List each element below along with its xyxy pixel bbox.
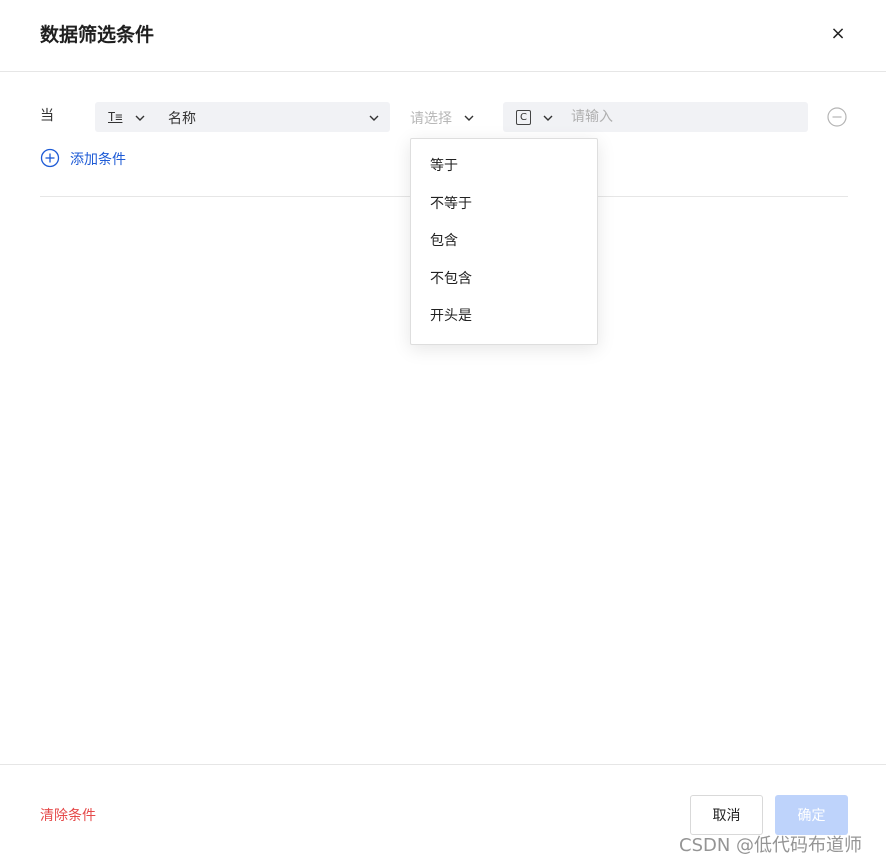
operator-option[interactable]: 不包含	[411, 261, 597, 299]
value-field[interactable]: C	[503, 102, 808, 132]
clear-conditions-button[interactable]: 清除条件	[40, 805, 96, 825]
value-input[interactable]	[571, 102, 801, 132]
field-select[interactable]: T≡ 名称	[95, 102, 390, 132]
remove-condition-icon[interactable]	[827, 107, 847, 127]
cancel-button[interactable]: 取消	[690, 795, 763, 835]
chevron-down-icon[interactable]	[135, 113, 145, 123]
footer-divider	[0, 764, 886, 765]
operator-option[interactable]: 等于	[411, 148, 597, 186]
chevron-down-icon[interactable]	[543, 113, 553, 123]
watermark: CSDN @低代码布道师	[679, 835, 863, 856]
confirm-button[interactable]: 确定	[775, 795, 848, 835]
condition-prefix: 当	[40, 108, 54, 124]
operator-option[interactable]: 开头是	[411, 298, 597, 336]
plus-circle-icon	[40, 148, 60, 168]
dialog-title: 数据筛选条件	[40, 24, 155, 46]
operator-dropdown: 等于 不等于 包含 不包含 开头是	[410, 138, 598, 345]
chevron-down-icon[interactable]	[369, 113, 379, 123]
operator-option[interactable]: 不等于	[411, 186, 597, 224]
add-condition-label: 添加条件	[70, 152, 126, 168]
operator-select[interactable]: 请选择	[410, 102, 490, 132]
close-icon[interactable]: ×	[826, 22, 850, 46]
chevron-down-icon[interactable]	[464, 113, 474, 123]
field-name: 名称	[168, 111, 196, 127]
text-type-icon[interactable]: T≡	[108, 110, 122, 124]
operator-option[interactable]: 包含	[411, 223, 597, 261]
constant-type-icon[interactable]: C	[516, 110, 531, 125]
dialog-header: 数据筛选条件 ×	[0, 0, 886, 72]
operator-placeholder: 请选择	[410, 111, 452, 127]
